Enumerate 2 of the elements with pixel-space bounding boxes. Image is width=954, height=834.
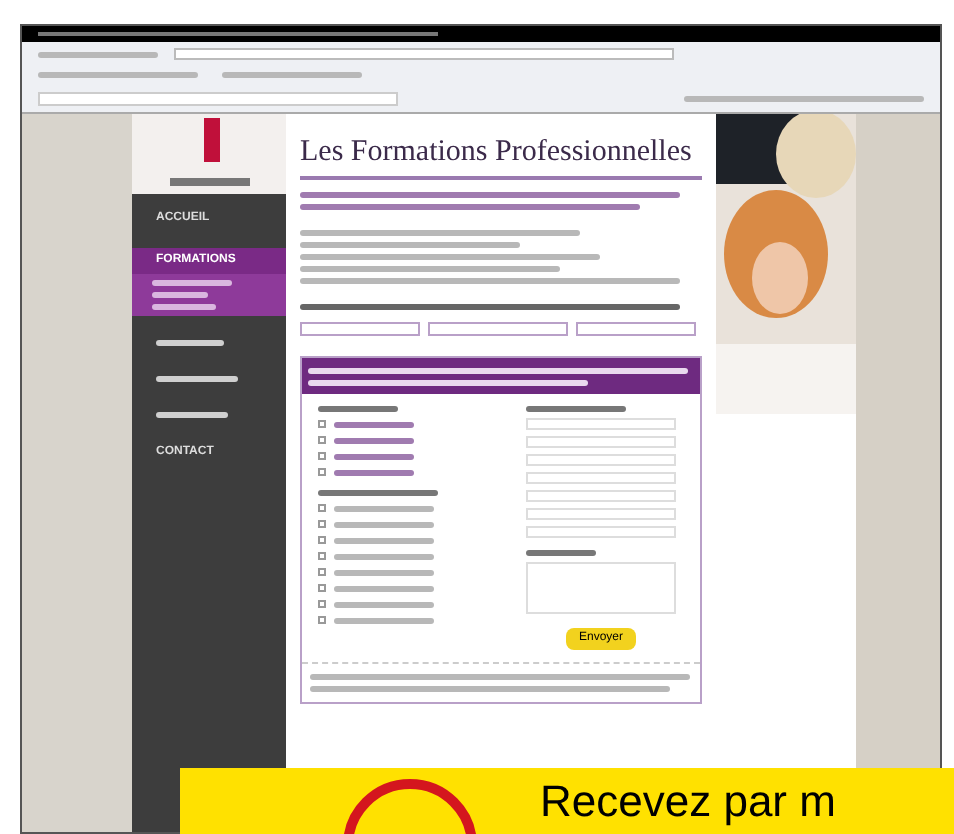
page-title: Les Formations Professionnelles bbox=[300, 134, 702, 180]
banner-text: Recevez par m bbox=[540, 780, 836, 824]
